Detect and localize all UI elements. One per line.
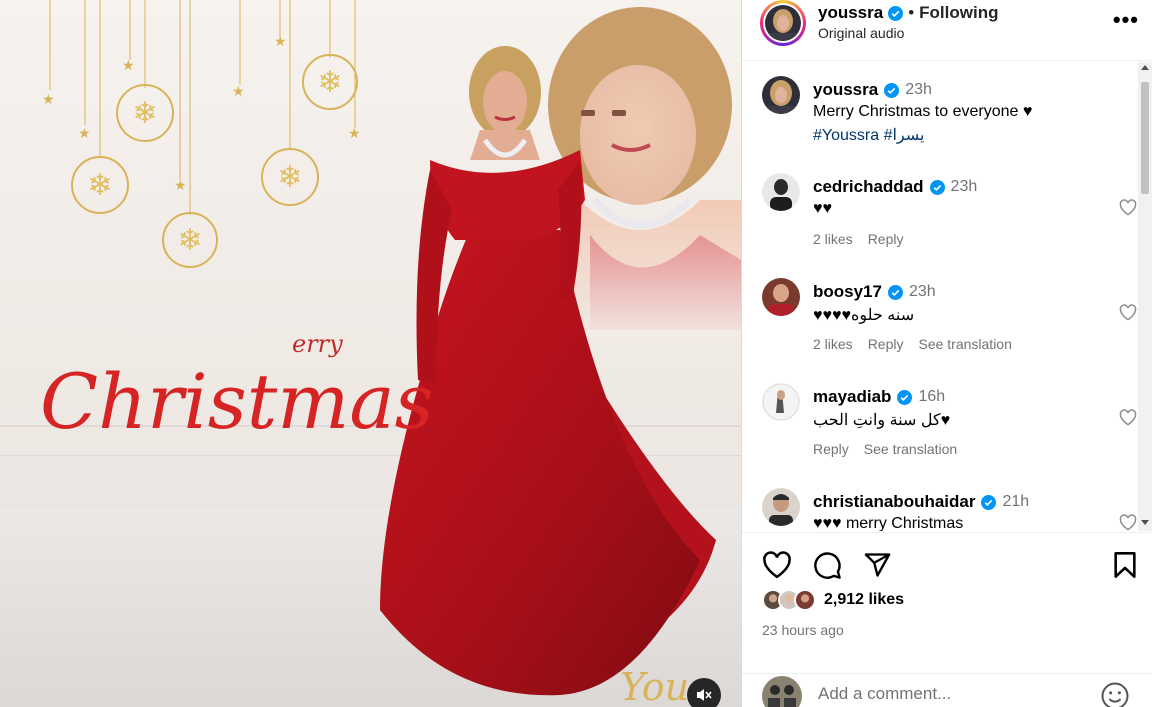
reply-button[interactable]: Reply bbox=[868, 336, 904, 352]
see-translation-button[interactable]: See translation bbox=[864, 441, 957, 457]
comment-username[interactable]: boosy17 bbox=[813, 282, 882, 302]
reply-button[interactable]: Reply bbox=[868, 231, 904, 247]
caption-username[interactable]: youssra bbox=[813, 80, 878, 100]
comment-text: ♥♥ bbox=[813, 200, 832, 217]
add-comment-input[interactable] bbox=[818, 684, 1078, 704]
scroll-down-arrow-icon[interactable] bbox=[1141, 520, 1149, 525]
comment-username[interactable]: mayadiab bbox=[813, 387, 891, 407]
greeting-small: erry bbox=[292, 330, 343, 358]
author-username[interactable]: youssra bbox=[818, 3, 883, 23]
caption-hashtags[interactable]: #Youssra #يسرا bbox=[813, 125, 924, 145]
svg-text:★: ★ bbox=[232, 84, 245, 100]
comment-author: christianabouhaidar 21h bbox=[813, 492, 1029, 512]
verified-badge-icon bbox=[897, 389, 913, 405]
gold-ornaments bbox=[49, 0, 358, 268]
svg-text:❄: ❄ bbox=[277, 160, 302, 195]
current-user-avatar bbox=[762, 676, 802, 707]
header-separator: • bbox=[908, 3, 915, 22]
greeting-big: Christmas bbox=[40, 357, 434, 446]
comment-like-heart-icon[interactable] bbox=[1119, 409, 1137, 426]
comment-item: christianabouhaidar 21h ♥♥♥ merry Christ… bbox=[762, 488, 1137, 531]
comment-meta: Reply See translation bbox=[813, 441, 957, 457]
post-sidebar: youssra • Following Original audio ••• y… bbox=[741, 0, 1152, 707]
likes-summary[interactable]: 2,912 likes bbox=[762, 589, 904, 611]
comment-like-heart-icon[interactable] bbox=[1119, 304, 1137, 321]
svg-text:★: ★ bbox=[78, 126, 91, 142]
verified-badge-icon bbox=[929, 179, 945, 195]
heart-icon[interactable] bbox=[762, 551, 792, 579]
add-comment-bar bbox=[742, 673, 1152, 707]
svg-text:❄: ❄ bbox=[317, 65, 342, 100]
comment-time[interactable]: 16h bbox=[918, 388, 945, 406]
comment-item: mayadiab 16h كل سنة وانتِ الحب♥ Reply Se… bbox=[762, 383, 1137, 463]
comment-username[interactable]: cedrichaddad bbox=[813, 177, 924, 197]
post-header: youssra • Following Original audio ••• bbox=[742, 0, 1152, 61]
comment-author: cedrichaddad 23h bbox=[813, 177, 977, 197]
svg-text:❄: ❄ bbox=[132, 96, 157, 131]
svg-text:★: ★ bbox=[42, 92, 55, 108]
post-timestamp[interactable]: 23 hours ago bbox=[762, 622, 844, 638]
author-avatar bbox=[765, 5, 801, 41]
commenter-avatar[interactable] bbox=[762, 278, 800, 316]
svg-text:❄: ❄ bbox=[87, 168, 112, 203]
following-button[interactable]: Following bbox=[919, 3, 998, 23]
comment-like-heart-icon[interactable] bbox=[1119, 514, 1137, 531]
post-caption: youssra 23h Merry Christmas to everyone … bbox=[762, 76, 1132, 146]
scroll-up-arrow-icon[interactable] bbox=[1141, 65, 1149, 70]
verified-badge-icon bbox=[887, 284, 903, 300]
comment-time[interactable]: 23h bbox=[909, 283, 936, 301]
emoji-icon[interactable] bbox=[1100, 681, 1130, 707]
verified-badge-icon bbox=[981, 494, 997, 510]
author-line: youssra • Following bbox=[818, 3, 998, 23]
bookmark-icon[interactable] bbox=[1113, 551, 1137, 579]
commenter-avatar[interactable] bbox=[762, 383, 800, 421]
comment-meta: 2 likes Reply See translation bbox=[813, 336, 1012, 352]
post-media[interactable]: ❄ ❄ ❄ ❄ ❄ ★ ★ ★ ★ ★ ★ ★ erry Christmas Y… bbox=[0, 0, 741, 707]
comment-text: ♥♥♥♥سنه حلوه bbox=[813, 307, 915, 324]
muted-speaker-icon bbox=[697, 689, 712, 701]
svg-text:★: ★ bbox=[274, 34, 287, 50]
post-artwork: ❄ ❄ ❄ ❄ ❄ ★ ★ ★ ★ ★ ★ ★ erry Christmas Y… bbox=[40, 0, 741, 707]
share-icon[interactable] bbox=[863, 551, 892, 579]
commenter-avatar[interactable] bbox=[762, 488, 800, 526]
scrollbar-thumb[interactable] bbox=[1141, 82, 1149, 194]
comment-time[interactable]: 21h bbox=[1002, 493, 1029, 511]
comment-meta: 2 likes Reply bbox=[813, 231, 903, 247]
comment-text: كل سنة وانتِ الحب♥ bbox=[813, 412, 951, 429]
more-options-button[interactable]: ••• bbox=[1113, 9, 1139, 31]
comment-text: ♥♥♥ merry Christmas bbox=[813, 515, 964, 531]
comment-like-heart-icon[interactable] bbox=[1119, 199, 1137, 216]
comment-author: boosy17 23h bbox=[813, 282, 936, 302]
svg-text:★: ★ bbox=[174, 178, 187, 194]
author-avatar-story-ring[interactable] bbox=[760, 0, 806, 46]
svg-text:★: ★ bbox=[348, 126, 361, 142]
mute-button[interactable] bbox=[687, 678, 721, 707]
comments-scrollbar[interactable] bbox=[1138, 62, 1152, 531]
verified-badge-icon bbox=[884, 82, 900, 98]
liker-avatar bbox=[794, 589, 816, 611]
comment-likes[interactable]: 2 likes bbox=[813, 336, 853, 352]
comment-author: youssra 23h bbox=[813, 80, 932, 100]
reply-button[interactable]: Reply bbox=[813, 441, 849, 457]
author-avatar[interactable] bbox=[762, 76, 800, 114]
post-actions: 2,912 likes 23 hours ago bbox=[742, 532, 1152, 707]
comment-item: cedrichaddad 23h ♥♥ 2 likes Reply bbox=[762, 173, 1137, 253]
caption-text: Merry Christmas to everyone ♥ bbox=[813, 103, 1033, 120]
comment-icon[interactable] bbox=[813, 551, 842, 580]
comment-time[interactable]: 23h bbox=[951, 178, 978, 196]
verified-badge-icon bbox=[888, 5, 904, 21]
christmas-lettering: erry Christmas bbox=[40, 330, 434, 446]
audio-label[interactable]: Original audio bbox=[818, 25, 904, 41]
commenter-avatar[interactable] bbox=[762, 173, 800, 211]
comments-list[interactable]: youssra 23h Merry Christmas to everyone … bbox=[742, 62, 1139, 531]
comment-author: mayadiab 16h bbox=[813, 387, 945, 407]
comment-item: boosy17 23h ♥♥♥♥سنه حلوه 2 likes Reply S… bbox=[762, 278, 1137, 358]
comment-username[interactable]: christianabouhaidar bbox=[813, 492, 975, 512]
svg-text:❄: ❄ bbox=[177, 223, 202, 258]
comment-likes[interactable]: 2 likes bbox=[813, 231, 853, 247]
see-translation-button[interactable]: See translation bbox=[918, 336, 1011, 352]
likes-count[interactable]: 2,912 likes bbox=[824, 591, 904, 609]
svg-text:★: ★ bbox=[122, 58, 135, 74]
caption-time[interactable]: 23h bbox=[905, 81, 932, 99]
